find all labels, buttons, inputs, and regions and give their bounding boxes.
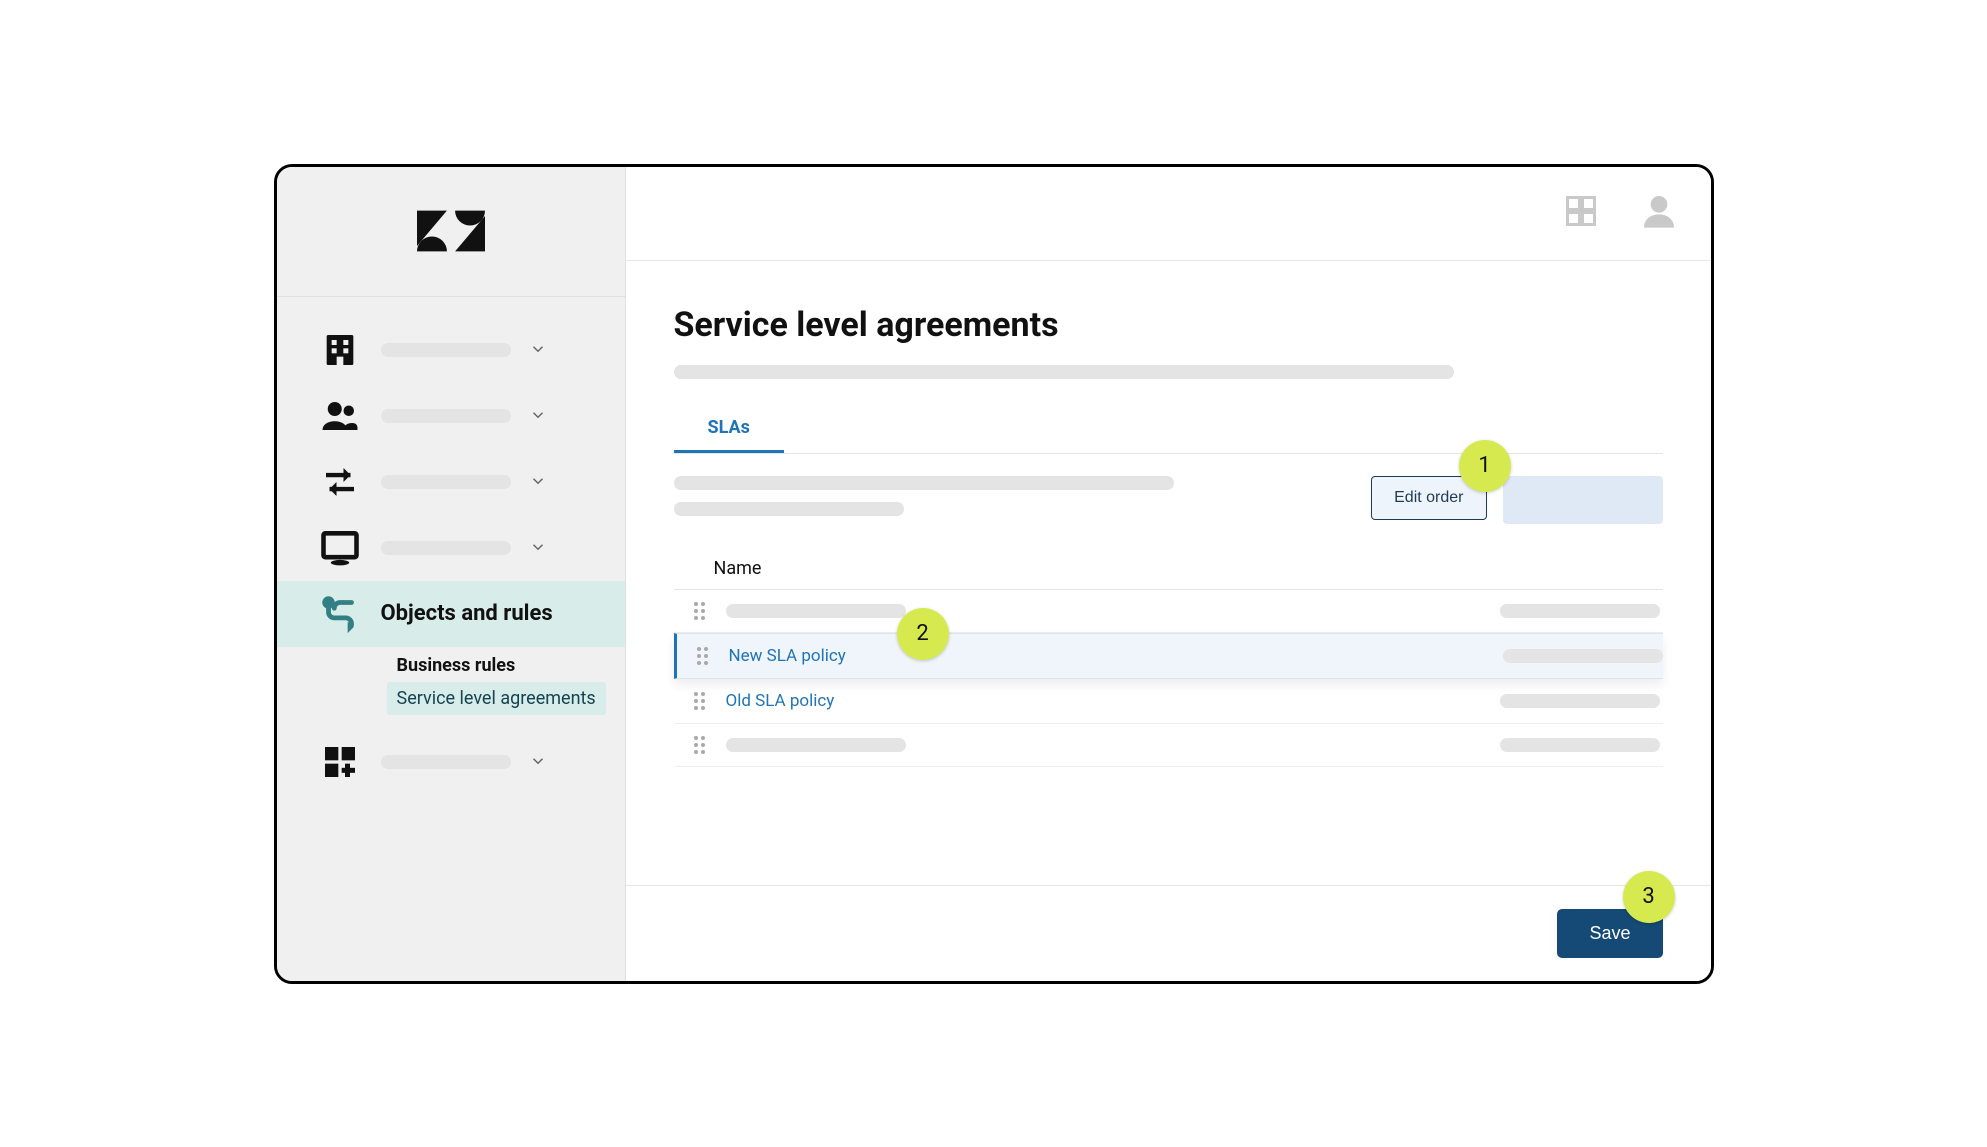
- zendesk-logo-icon: [417, 197, 485, 265]
- callout-3: 3: [1623, 871, 1675, 923]
- toolbar-text-placeholder: [674, 502, 904, 516]
- cell-placeholder: [726, 738, 906, 752]
- table-header: Name: [674, 550, 1663, 590]
- sub-item-sla[interactable]: Service level agreements: [387, 682, 606, 715]
- chevron-down-icon: [529, 538, 549, 558]
- monitor-icon: [317, 525, 363, 571]
- cell-name: New SLA policy: [729, 646, 1189, 666]
- cell-placeholder: [1503, 649, 1663, 663]
- toolbar: Edit order 1: [674, 476, 1663, 528]
- footer: Save: [626, 885, 1711, 981]
- sidebar-item-objects-rules[interactable]: Objects and rules: [277, 581, 625, 647]
- sidebar-item-account[interactable]: [277, 317, 625, 383]
- arrows-swap-icon: [317, 459, 363, 505]
- callout-1: 1: [1459, 440, 1511, 492]
- cell-placeholder: [1500, 738, 1660, 752]
- apps-add-icon: [317, 739, 363, 785]
- chevron-down-icon: [529, 406, 549, 426]
- sub-item-business-rules[interactable]: Business rules: [387, 649, 526, 682]
- people-icon: [317, 393, 363, 439]
- drag-handle-icon[interactable]: [694, 692, 712, 710]
- sidebar-item-channels[interactable]: [277, 449, 625, 515]
- app-window: Objects and rules Business rules Service…: [274, 164, 1714, 984]
- column-name: Name: [714, 558, 1194, 579]
- sidebar-item-placeholder: [381, 343, 511, 357]
- toolbar-button-placeholder[interactable]: [1503, 476, 1663, 524]
- drag-handle-icon[interactable]: [697, 647, 715, 665]
- logo: [277, 167, 625, 297]
- table-row-active[interactable]: New SLA policy 2: [674, 633, 1663, 679]
- cell-name: Old SLA policy: [726, 691, 1186, 711]
- sidebar-item-placeholder: [381, 541, 511, 555]
- description-placeholder: [674, 365, 1454, 379]
- drag-handle-icon[interactable]: [694, 736, 712, 754]
- sidebar-item-apps[interactable]: [277, 729, 625, 795]
- sidebar: Objects and rules Business rules Service…: [277, 167, 626, 981]
- page-title: Service level agreements: [674, 305, 1663, 345]
- sidebar-item-label: Objects and rules: [381, 601, 607, 626]
- avatar-icon[interactable]: [1639, 191, 1679, 235]
- cell-placeholder: [1500, 694, 1660, 708]
- content: Service level agreements SLAs Edit order…: [626, 261, 1711, 885]
- sidebar-item-workspaces[interactable]: [277, 515, 625, 581]
- cell-placeholder: [1500, 604, 1660, 618]
- cell-placeholder: [726, 604, 906, 618]
- apps-grid-icon[interactable]: [1563, 193, 1599, 233]
- table-row[interactable]: [674, 724, 1663, 767]
- table-row[interactable]: Old SLA policy: [674, 679, 1663, 724]
- sidebar-sub-items: Business rules Service level agreements: [277, 647, 625, 729]
- callout-2: 2: [897, 608, 949, 660]
- building-icon: [317, 327, 363, 373]
- sidebar-item-placeholder: [381, 755, 511, 769]
- sla-table: Name New SLA policy 2 Old SLA policy: [674, 550, 1663, 767]
- chevron-down-icon: [529, 752, 549, 772]
- sidebar-item-placeholder: [381, 409, 511, 423]
- drag-handle-icon[interactable]: [694, 602, 712, 620]
- chevron-down-icon: [529, 340, 549, 360]
- toolbar-text-placeholder: [674, 476, 1174, 490]
- tab-slas[interactable]: SLAs: [674, 407, 784, 453]
- chevron-down-icon: [529, 472, 549, 492]
- tabs: SLAs: [674, 407, 1663, 454]
- sidebar-item-placeholder: [381, 475, 511, 489]
- workflow-icon: [317, 591, 363, 637]
- main: Service level agreements SLAs Edit order…: [626, 167, 1711, 981]
- sidebar-nav: Objects and rules Business rules Service…: [277, 297, 625, 795]
- topbar: [626, 167, 1711, 261]
- sidebar-item-people[interactable]: [277, 383, 625, 449]
- table-row[interactable]: [674, 590, 1663, 633]
